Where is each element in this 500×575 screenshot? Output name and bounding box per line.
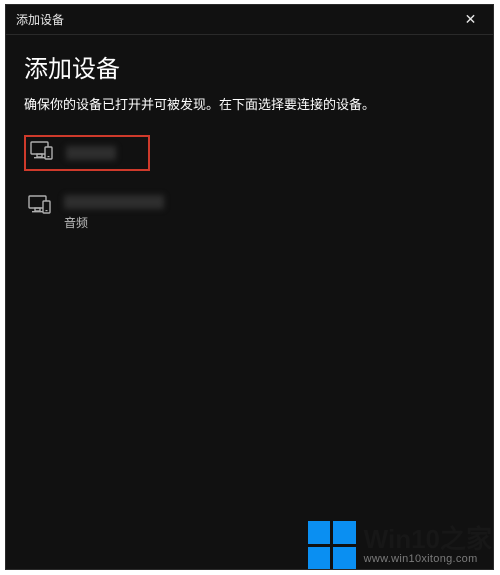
device-item-1[interactable] [24, 135, 150, 171]
window-title: 添加设备 [16, 11, 64, 28]
add-device-dialog: 添加设备 ✕ 添加设备 确保你的设备已打开并可被发现。在下面选择要连接的设备。 [5, 4, 494, 570]
close-icon: ✕ [465, 11, 477, 28]
titlebar: 添加设备 ✕ [6, 5, 493, 35]
device-item-2[interactable]: 音频 [24, 193, 475, 237]
device-name-redacted [66, 146, 116, 160]
device-icon [30, 141, 54, 166]
windows-logo-icon [308, 521, 356, 569]
watermark-text: Win10之家 www.win10xitong.com [364, 525, 492, 566]
device-name-redacted [64, 195, 164, 209]
watermark-title: Win10之家 [364, 525, 492, 554]
watermark: Win10之家 www.win10xitong.com [308, 521, 492, 569]
watermark-url: www.win10xitong.com [364, 553, 492, 565]
close-button[interactable]: ✕ [448, 5, 493, 35]
dialog-subheading: 确保你的设备已打开并可被发现。在下面选择要连接的设备。 [24, 94, 475, 113]
dialog-heading: 添加设备 [24, 49, 475, 84]
device-icon [28, 195, 52, 220]
device-label-group: 音频 [64, 195, 164, 231]
dialog-content: 添加设备 确保你的设备已打开并可被发现。在下面选择要连接的设备。 [6, 35, 493, 237]
device-subtitle: 音频 [64, 214, 164, 231]
device-label-group [66, 146, 116, 160]
